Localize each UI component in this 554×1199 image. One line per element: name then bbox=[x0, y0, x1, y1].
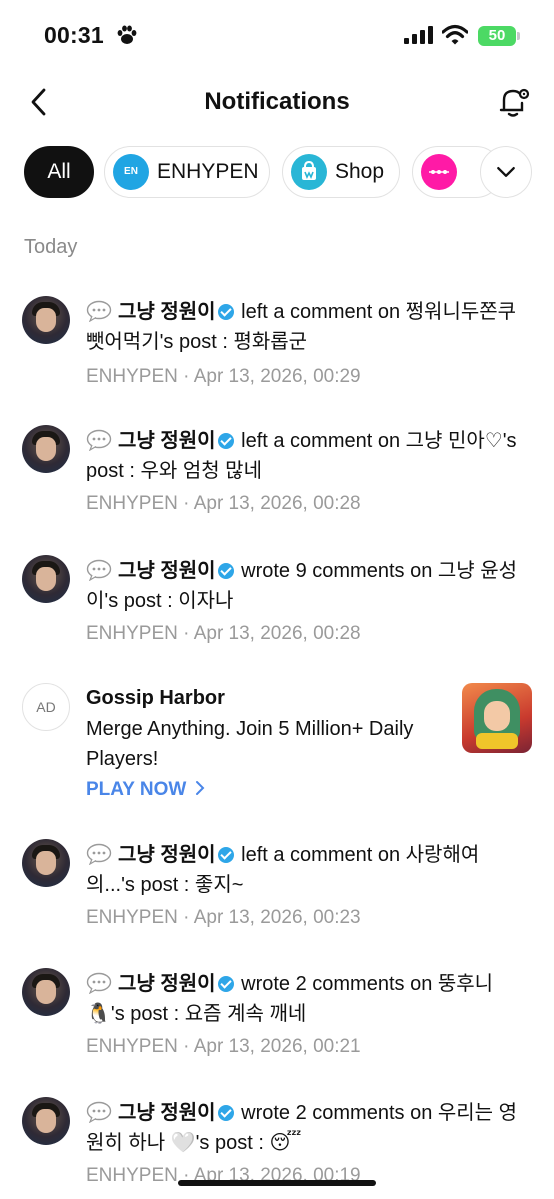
notification-date: Apr 13, 2026, 00:23 bbox=[193, 907, 361, 928]
chip-enhypen[interactable]: EN ENHYPEN bbox=[104, 146, 270, 198]
verified-badge-icon bbox=[217, 1105, 234, 1121]
verified-badge-icon bbox=[217, 976, 234, 992]
speech-bubble-icon bbox=[86, 559, 112, 581]
status-time: 00:31 bbox=[44, 22, 104, 48]
notifications-screen: 00:31 50 Notifications All EN ENHYPEN Sh… bbox=[0, 0, 554, 1199]
ad-text: Merge Anything. Join 5 Million+ Daily Pl… bbox=[86, 718, 414, 770]
enhypen-logo-text: EN bbox=[124, 166, 138, 177]
avatar-face bbox=[36, 437, 56, 461]
shop-bag-icon bbox=[291, 154, 327, 190]
notification-author[interactable]: 그냥 정원이 bbox=[118, 844, 216, 866]
artist-logo-icon bbox=[421, 154, 457, 190]
chip-all-label: All bbox=[47, 160, 71, 183]
status-bar: 00:31 50 bbox=[0, 0, 554, 72]
chip-all[interactable]: All bbox=[24, 146, 94, 198]
wifi-icon bbox=[442, 24, 468, 45]
verified-badge-icon bbox=[217, 847, 234, 863]
notification-settings-button[interactable] bbox=[496, 84, 532, 120]
avatar[interactable] bbox=[22, 555, 70, 603]
avatar-face bbox=[36, 1109, 56, 1133]
speech-bubble-icon bbox=[86, 972, 112, 994]
battery-tip bbox=[517, 32, 520, 40]
speech-bubble-icon bbox=[86, 1101, 112, 1123]
avatar[interactable] bbox=[22, 839, 70, 887]
notification-date: Apr 13, 2026, 00:21 bbox=[193, 1036, 361, 1057]
ad-game-image[interactable] bbox=[462, 683, 532, 753]
notification-source: ENHYPEN bbox=[86, 366, 178, 387]
verified-badge-icon bbox=[217, 433, 234, 449]
notification-meta: ENHYPEN · Apr 13, 2026, 00:28 bbox=[86, 623, 361, 644]
play-now-button[interactable]: PLAY NOW bbox=[86, 779, 206, 801]
notification-date: Apr 13, 2026, 00:29 bbox=[193, 366, 361, 387]
notification-date: Apr 13, 2026, 00:28 bbox=[193, 623, 361, 644]
notification-text: 그냥 정원이 wrote 9 comments on 그냥 윤성이's post… bbox=[86, 556, 526, 616]
notification-text: 그냥 정원이 left a comment on 쩡워니두쫀쿠뺏어먹기's po… bbox=[86, 297, 526, 357]
notification-author[interactable]: 그냥 정원이 bbox=[118, 1102, 216, 1124]
notification-source: ENHYPEN bbox=[86, 1036, 178, 1057]
notification-source: ENHYPEN bbox=[86, 623, 178, 644]
chip-shop-label: Shop bbox=[335, 160, 385, 183]
verified-badge-icon bbox=[217, 304, 234, 320]
battery-icon: 50 bbox=[478, 26, 516, 46]
page-title: Notifications bbox=[204, 88, 350, 115]
paw-icon bbox=[117, 25, 137, 44]
chip-shop[interactable]: Shop bbox=[282, 146, 400, 198]
notification-author[interactable]: 그냥 정원이 bbox=[118, 560, 216, 582]
notification-source: ENHYPEN bbox=[86, 493, 178, 514]
notification-meta: ENHYPEN · Apr 13, 2026, 00:21 bbox=[86, 1036, 361, 1057]
notification-author[interactable]: 그냥 정원이 bbox=[118, 301, 216, 323]
enhypen-logo-icon: EN bbox=[113, 154, 149, 190]
filter-chips: All EN ENHYPEN Shop bbox=[24, 146, 554, 198]
notification-text: 그냥 정원이 left a comment on 그냥 민아♡'s post :… bbox=[86, 426, 526, 486]
avatar-face bbox=[36, 851, 56, 875]
notification-meta: ENHYPEN · Apr 13, 2026, 00:29 bbox=[86, 366, 361, 387]
avatar-face bbox=[36, 980, 56, 1004]
notification-author[interactable]: 그냥 정원이 bbox=[118, 973, 216, 995]
notification-text: 그냥 정원이 wrote 2 comments on 우리는 영원히 하나 🤍'… bbox=[86, 1098, 526, 1158]
speech-bubble-icon bbox=[86, 429, 112, 451]
notification-text: 그냥 정원이 left a comment on 사랑해여의...'s post… bbox=[86, 840, 526, 900]
ad-image-scarf bbox=[476, 733, 518, 749]
ad-image-face bbox=[484, 701, 510, 731]
avatar[interactable] bbox=[22, 1097, 70, 1145]
verified-badge-icon bbox=[217, 563, 234, 579]
notification-author[interactable]: 그냥 정원이 bbox=[118, 430, 216, 452]
avatar-face bbox=[36, 308, 56, 332]
speech-bubble-icon bbox=[86, 843, 112, 865]
notification-text: 그냥 정원이 wrote 2 comments on 뚱후니🐧's post :… bbox=[86, 969, 526, 1029]
notification-meta: ENHYPEN · Apr 13, 2026, 00:28 bbox=[86, 493, 361, 514]
section-today: Today bbox=[24, 236, 78, 258]
notification-source: ENHYPEN bbox=[86, 1165, 178, 1186]
avatar[interactable] bbox=[22, 296, 70, 344]
chevron-down-icon[interactable] bbox=[480, 146, 532, 198]
header: Notifications bbox=[0, 72, 554, 132]
speech-bubble-icon bbox=[86, 300, 112, 322]
notification-meta: ENHYPEN · Apr 13, 2026, 00:23 bbox=[86, 907, 361, 928]
avatar[interactable] bbox=[22, 968, 70, 1016]
notification-source: ENHYPEN bbox=[86, 907, 178, 928]
ad-title[interactable]: Gossip Harbor bbox=[86, 687, 225, 710]
avatar[interactable] bbox=[22, 425, 70, 473]
play-now-label: PLAY NOW bbox=[86, 779, 187, 800]
ad-badge: AD bbox=[22, 683, 70, 731]
chip-enhypen-label: ENHYPEN bbox=[157, 160, 259, 183]
chevron-right-icon bbox=[195, 781, 205, 795]
notification-date: Apr 13, 2026, 00:28 bbox=[193, 493, 361, 514]
avatar-face bbox=[36, 567, 56, 591]
home-indicator[interactable] bbox=[178, 1180, 376, 1186]
signal-icon bbox=[404, 26, 433, 44]
